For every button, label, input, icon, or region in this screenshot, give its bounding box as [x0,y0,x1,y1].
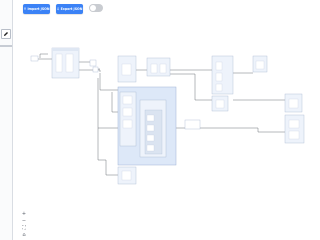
edge [39,53,48,58]
node-port[interactable] [288,119,300,129]
fit-view-button[interactable]: ⛶ [20,225,28,232]
zoom-out-button[interactable]: − [20,218,28,225]
node-port[interactable] [122,107,133,117]
pen-icon [4,32,8,36]
node-block-header [52,48,79,51]
node-block[interactable] [146,57,171,77]
upload-icon: ⇪ [23,7,27,11]
node-port[interactable] [288,98,299,109]
toggle-knob [90,5,96,11]
sidebar-tool-button[interactable] [1,29,11,39]
node-port[interactable] [215,83,223,92]
toolbar: ⇪ Import JSON ⇩ Export JSON [0,0,320,20]
sidebar-label [0,45,12,47]
node-port[interactable] [215,61,223,71]
node-small[interactable] [184,119,201,130]
edge [97,128,118,176]
node-port[interactable] [146,144,155,152]
node-small[interactable] [89,59,97,67]
edge [212,127,285,133]
zoom-in-button[interactable]: + [20,211,28,218]
node-small[interactable] [92,66,99,73]
edge [111,92,118,113]
export-json-button[interactable]: ⇩ Export JSON [56,4,83,14]
import-json-button[interactable]: ⇪ Import JSON [23,4,50,14]
node-port[interactable] [55,53,63,73]
node-port[interactable] [159,63,167,74]
node-port[interactable] [146,134,155,142]
node-block[interactable] [211,55,234,95]
mode-toggle[interactable] [89,4,103,12]
node-port[interactable] [146,124,155,132]
node-port[interactable] [121,170,132,181]
zoom-controls: + − ⛶ ⌂ [20,211,28,239]
node-port[interactable] [121,63,132,76]
node-port[interactable] [288,130,300,140]
node-port[interactable] [122,95,133,105]
edge [97,78,118,129]
export-json-label: Export JSON [60,7,83,11]
node-port[interactable] [65,53,74,73]
import-json-label: Import JSON [27,7,50,11]
node-input[interactable] [30,55,39,62]
nodes [30,47,305,185]
node-port[interactable] [150,63,158,74]
node-port[interactable] [146,114,155,122]
node-port[interactable] [122,119,133,129]
node-port[interactable] [215,72,223,82]
edge [99,73,118,91]
lock-button[interactable]: ⌂ [20,232,28,239]
download-icon: ⇩ [56,7,60,11]
edge [170,73,212,101]
node-port[interactable] [255,60,265,70]
node-port[interactable] [215,99,225,109]
diagram-canvas[interactable] [12,20,320,240]
